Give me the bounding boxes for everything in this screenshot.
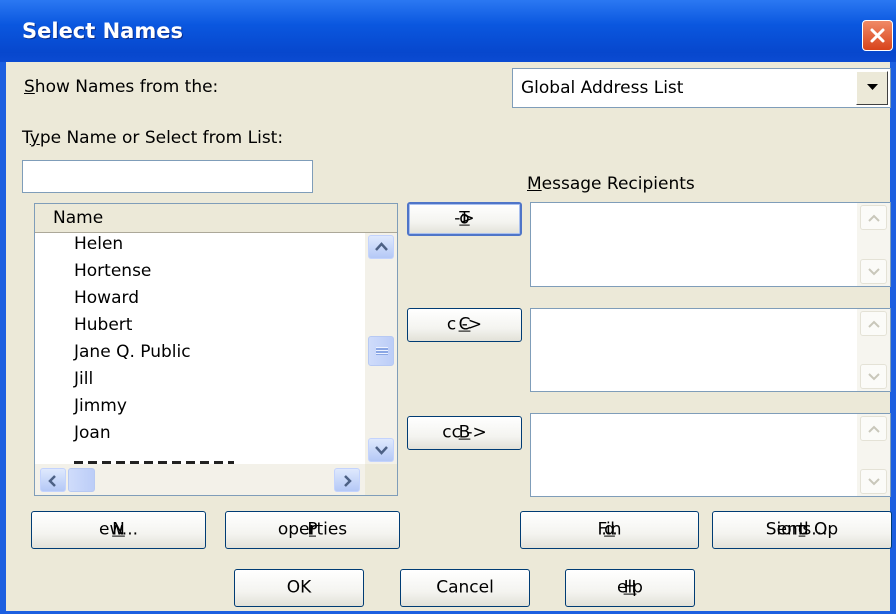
scroll-down-icon — [868, 373, 880, 381]
scroll-right-button[interactable] — [334, 468, 360, 492]
name-list[interactable]: Name Helen Hortense Howard Hubert Jane Q… — [34, 203, 398, 496]
scrollbar-corner — [365, 464, 397, 495]
message-recipients-label: Message Recipients — [527, 174, 695, 194]
vertical-scroll-thumb[interactable] — [368, 336, 394, 366]
title-bar[interactable]: Select Names — [0, 0, 896, 62]
scroll-left-button[interactable] — [40, 468, 66, 492]
scroll-left-icon — [48, 475, 56, 487]
bcc-button[interactable]: Bcc -> — [407, 416, 522, 450]
scroll-right-icon — [344, 475, 352, 487]
list-item[interactable]: Jimmy — [74, 396, 127, 416]
list-item[interactable]: Helen — [74, 234, 123, 254]
to-button[interactable]: To -> — [407, 202, 522, 236]
scroll-up-icon — [375, 242, 388, 251]
cc-recipients-field[interactable] — [530, 308, 891, 392]
dropdown-arrow-icon — [867, 84, 878, 90]
to-recipients-field[interactable] — [530, 202, 891, 287]
scroll-down-icon — [375, 446, 388, 455]
vertical-scrollbar[interactable] — [365, 233, 397, 464]
name-column-header[interactable]: Name — [35, 204, 397, 233]
scroll-up-icon — [868, 214, 880, 222]
horizontal-scroll-thumb[interactable] — [68, 468, 95, 492]
scroll-down-icon — [868, 268, 880, 276]
address-list-dropdown[interactable]: Global Address List — [512, 68, 891, 108]
show-names-label: Show Names from the: — [24, 77, 219, 97]
scroll-up-icon — [868, 320, 880, 328]
list-item[interactable]: Howard — [74, 288, 139, 308]
type-name-label: Type Name or Select from List: — [22, 128, 284, 148]
bcc-field-scroll-down[interactable] — [860, 469, 887, 494]
bcc-field-scroll-up[interactable] — [860, 416, 887, 441]
scroll-up-button[interactable] — [368, 235, 394, 259]
send-options-button[interactable]: Send Op t ions... — [712, 511, 892, 549]
bcc-recipients-field[interactable] — [530, 413, 891, 497]
scroll-up-icon — [868, 425, 880, 433]
new-button[interactable]: New... — [31, 511, 206, 549]
scroll-down-button[interactable] — [368, 438, 394, 462]
ok-button[interactable]: OK — [234, 569, 364, 607]
cc-field-scroll-down[interactable] — [860, 364, 887, 389]
horizontal-scrollbar[interactable] — [35, 464, 365, 495]
select-names-dialog: Select Names Show Names from the: Global… — [0, 0, 896, 614]
list-item[interactable]: Hortense — [74, 261, 151, 281]
close-icon — [870, 28, 885, 43]
window-title: Select Names — [22, 19, 183, 43]
close-button[interactable] — [862, 20, 893, 51]
cc-field-scroll-up[interactable] — [860, 311, 887, 336]
scroll-down-icon — [868, 478, 880, 486]
dropdown-button[interactable] — [856, 71, 888, 105]
name-search-input[interactable] — [22, 160, 313, 193]
to-field-scroll-up[interactable] — [860, 205, 887, 230]
find-button[interactable]: Fin d... — [520, 511, 699, 549]
list-item[interactable]: Jill — [74, 369, 93, 389]
dialog-body: Show Names from the: Global Address List… — [6, 62, 892, 611]
properties-button[interactable]: Pr operties — [225, 511, 400, 549]
help-button[interactable]: Help — [565, 569, 695, 607]
to-field-scrollbar[interactable] — [857, 203, 890, 286]
list-item[interactable]: Hubert — [74, 315, 132, 335]
cc-field-scrollbar[interactable] — [857, 309, 890, 391]
to-field-scroll-down[interactable] — [860, 259, 887, 284]
address-list-value: Global Address List — [521, 78, 684, 98]
cancel-button[interactable]: Cancel — [400, 569, 530, 607]
name-list-items: Helen Hortense Howard Hubert Jane Q. Pub… — [35, 233, 365, 465]
bcc-field-scrollbar[interactable] — [857, 414, 890, 496]
cc-button[interactable]: Cc -> — [407, 308, 522, 342]
list-item[interactable]: Joan — [74, 423, 111, 443]
list-item[interactable]: Jane Q. Public — [74, 342, 191, 362]
